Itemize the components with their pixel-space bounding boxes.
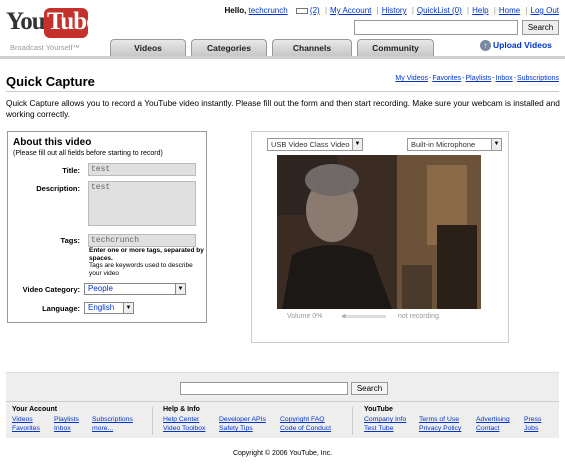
advertising-link[interactable]: Advertising xyxy=(476,416,510,423)
username-link[interactable]: techcrunch xyxy=(249,6,288,15)
help-center-link[interactable]: Help Center xyxy=(163,416,199,423)
playlists-link[interactable]: Playlists xyxy=(465,75,491,82)
footer-favorites-link[interactable]: Favorites xyxy=(12,425,40,432)
footer-playlists-link[interactable]: Playlists xyxy=(54,416,79,423)
logo-tube-box: Tube xyxy=(44,8,97,38)
favorites-link[interactable]: Favorites xyxy=(432,75,461,82)
jobs-link[interactable]: Jobs xyxy=(524,425,538,432)
history-link[interactable]: History xyxy=(382,6,407,15)
footer-divider xyxy=(6,401,559,402)
form-note: (Please fill out all fields before start… xyxy=(13,150,163,157)
capture-panel: USB Video Class Video ▼ Built-in Micropho… xyxy=(251,131,509,343)
upload-icon: ↑ xyxy=(480,40,491,52)
upload-videos-link[interactable]: ↑ Upload Videos xyxy=(480,40,552,52)
tab-categories[interactable]: Categories xyxy=(191,39,267,56)
description-label: Description: xyxy=(36,184,80,193)
tags-field[interactable]: techcrunch xyxy=(88,234,196,247)
terms-of-use-link[interactable]: Terms of Use xyxy=(419,416,459,423)
webcam-image xyxy=(277,155,481,309)
press-link[interactable]: Press xyxy=(524,416,541,423)
tags-help: Enter one or more tags, separated by spa… xyxy=(89,247,207,277)
about-video-form: About this video (Please fill out all fi… xyxy=(7,131,207,323)
company-info-link[interactable]: Company Info xyxy=(364,416,406,423)
chevron-down-icon: ▼ xyxy=(352,139,362,150)
quicklist-link[interactable]: QuickList (0) xyxy=(417,6,462,15)
language-select[interactable]: English ▼ xyxy=(84,302,134,314)
search-button[interactable]: Search xyxy=(522,20,559,35)
category-select[interactable]: People ▼ xyxy=(84,283,186,295)
footer-column-divider xyxy=(152,407,153,435)
divider xyxy=(6,91,559,92)
logout-link[interactable]: Log Out xyxy=(531,6,559,15)
my-videos-link[interactable]: My Videos xyxy=(395,75,428,82)
title-field[interactable]: test xyxy=(88,163,196,176)
footer-search-input[interactable] xyxy=(180,382,348,395)
webcam-preview xyxy=(277,155,481,309)
footer: Search Your Account Videos Playlists Sub… xyxy=(6,372,559,438)
tags-help-bold: Enter one or more tags, separated by spa… xyxy=(89,247,204,262)
description-field[interactable]: test xyxy=(88,181,196,226)
your-account-heading: Your Account xyxy=(12,406,58,413)
tab-community[interactable]: Community xyxy=(357,39,434,56)
footer-more-link[interactable]: more... xyxy=(92,425,113,432)
contact-link[interactable]: Contact xyxy=(476,425,499,432)
footer-videos-link[interactable]: Videos xyxy=(12,416,33,423)
volume-arrow-icon: ◄ xyxy=(340,313,347,320)
greeting: Hello, xyxy=(224,6,247,15)
tab-channels[interactable]: Channels xyxy=(272,39,352,56)
copyright-faq-link[interactable]: Copyright FAQ xyxy=(280,416,325,423)
footer-column-divider xyxy=(352,407,353,435)
help-link[interactable]: Help xyxy=(472,6,488,15)
code-of-conduct-link[interactable]: Code of Conduct xyxy=(280,425,331,432)
language-label: Language: xyxy=(42,304,80,313)
chevron-down-icon: ▼ xyxy=(491,139,501,150)
test-tube-link[interactable]: Test Tube xyxy=(364,425,393,432)
microphone-value: Built-in Microphone xyxy=(411,140,476,149)
title-label: Title: xyxy=(62,166,80,175)
about-heading: About this video xyxy=(13,137,92,148)
category-value: People xyxy=(88,284,113,293)
slogan: Broadcast Yourself™ xyxy=(10,43,81,52)
footer-subscriptions-link[interactable]: Subscriptions xyxy=(92,416,133,423)
microphone-select[interactable]: Built-in Microphone ▼ xyxy=(407,138,502,151)
category-label: Video Category: xyxy=(22,285,80,294)
inbox-count-link[interactable]: (2) xyxy=(310,6,320,15)
intro-text: Quick Capture allows you to record a You… xyxy=(6,98,560,119)
user-bar: Hello, techcrunch (2) | My Account | Histo… xyxy=(224,6,559,15)
tab-videos[interactable]: Videos xyxy=(110,39,186,56)
chevron-down-icon: ▼ xyxy=(123,303,133,313)
logo-you: You xyxy=(6,8,46,35)
volume-meter xyxy=(342,315,386,318)
camera-value: USB Video Class Video xyxy=(271,140,350,149)
logo-tube: Tube xyxy=(47,8,97,35)
inbox-link[interactable]: Inbox xyxy=(496,75,513,82)
recording-status: not recording. xyxy=(398,313,441,320)
help-info-heading: Help & Info xyxy=(163,406,200,413)
copyright: Copyright © 2006 YouTube, Inc. xyxy=(232,450,333,457)
tab-bar-line xyxy=(0,56,565,59)
page-title: Quick Capture xyxy=(6,74,95,89)
subscriptions-link[interactable]: Subscriptions xyxy=(517,75,559,82)
my-account-link[interactable]: My Account xyxy=(330,6,371,15)
tags-label: Tags: xyxy=(60,236,80,245)
video-toolbox-link[interactable]: Video Toolbox xyxy=(163,425,205,432)
privacy-policy-link[interactable]: Privacy Policy xyxy=(419,425,461,432)
home-link[interactable]: Home xyxy=(499,6,520,15)
mail-icon[interactable] xyxy=(295,7,308,14)
youtube-heading: YouTube xyxy=(364,406,393,413)
account-sublinks: My Videos-Favorites-Playlists-Inbox-Subs… xyxy=(395,75,559,82)
upload-label: Upload Videos xyxy=(493,40,552,50)
tags-help-text: Tags are keywords used to describe your … xyxy=(89,262,193,277)
search-input[interactable] xyxy=(354,20,518,35)
chevron-down-icon: ▼ xyxy=(175,284,185,294)
youtube-logo[interactable]: You Tube Broadcast Yourself™ xyxy=(6,6,97,54)
developer-apis-link[interactable]: Developer APIs xyxy=(219,416,266,423)
camera-select[interactable]: USB Video Class Video ▼ xyxy=(267,138,363,151)
safety-tips-link[interactable]: Safety Tips xyxy=(219,425,253,432)
footer-search-button[interactable]: Search xyxy=(351,382,388,395)
language-value: English xyxy=(88,303,115,312)
footer-inbox-link[interactable]: Inbox xyxy=(54,425,71,432)
volume-label: Volume 0% xyxy=(287,313,323,320)
